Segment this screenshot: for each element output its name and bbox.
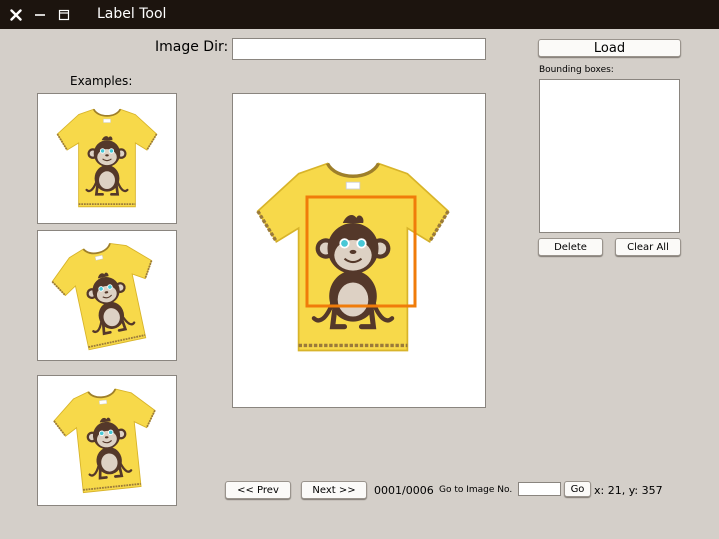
- examples-label: Examples:: [70, 74, 133, 88]
- image-progress: 0001/0006: [374, 484, 434, 497]
- tshirt-image: [56, 107, 158, 209]
- close-icon[interactable]: [6, 0, 26, 29]
- bounding-box-list[interactable]: [539, 79, 680, 233]
- example-thumbnail-1: [37, 93, 177, 224]
- example-thumbnail-2: [37, 230, 177, 361]
- maximize-icon[interactable]: [54, 0, 74, 29]
- minimize-icon[interactable]: [30, 0, 50, 29]
- goto-image-label: Go to Image No.: [439, 485, 513, 495]
- cursor-coordinates: x: 21, y: 357: [594, 484, 663, 497]
- window-title: Label Tool: [97, 6, 167, 22]
- next-button[interactable]: Next >>: [301, 481, 367, 499]
- load-button[interactable]: Load: [538, 39, 681, 57]
- image-dir-input[interactable]: [232, 38, 486, 60]
- example-thumbnail-3: [37, 375, 177, 506]
- goto-image-input[interactable]: [518, 482, 561, 496]
- bounding-boxes-label: Bounding boxes:: [539, 65, 614, 75]
- tshirt-image: [233, 94, 485, 407]
- tshirt-image: [45, 234, 169, 356]
- title-bar: Label Tool: [0, 0, 719, 29]
- delete-button[interactable]: Delete: [538, 238, 603, 256]
- prev-button[interactable]: << Prev: [225, 481, 291, 499]
- image-canvas[interactable]: [232, 93, 486, 408]
- image-dir-label: Image Dir:: [155, 39, 229, 55]
- go-button[interactable]: Go: [564, 481, 591, 497]
- clear-all-button[interactable]: Clear All: [615, 238, 681, 256]
- tshirt-image: [49, 383, 165, 497]
